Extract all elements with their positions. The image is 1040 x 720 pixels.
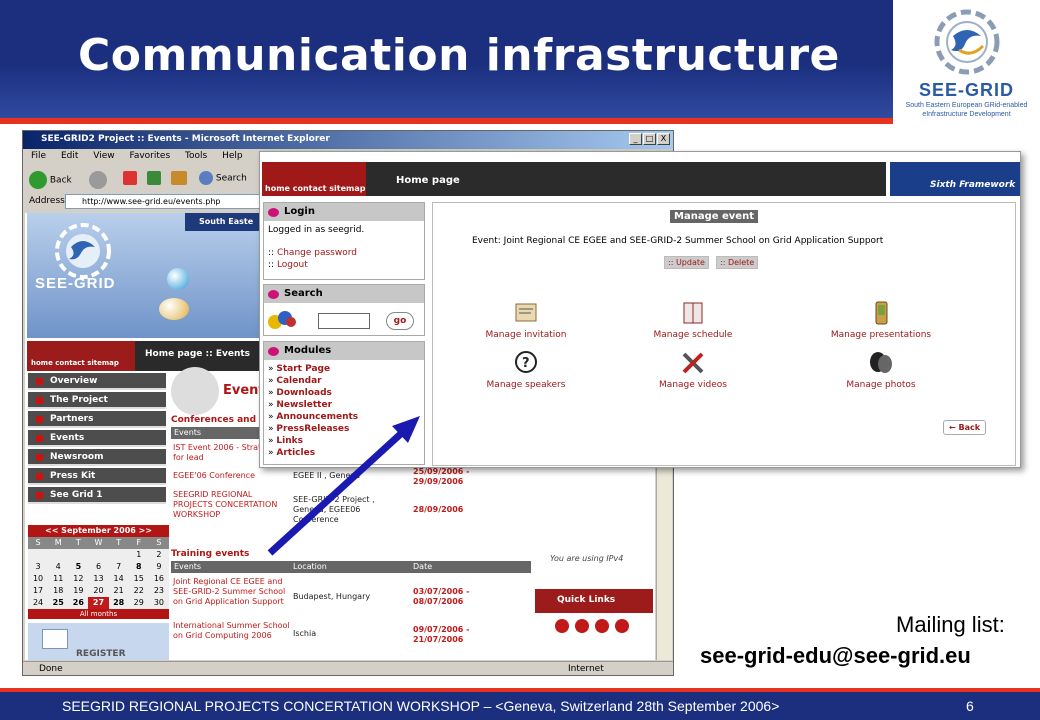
mailing-list-address[interactable]: see-grid-edu@see-grid.eu <box>700 643 971 669</box>
footer-text: SEEGRID REGIONAL PROJECTS CONCERTATION W… <box>62 698 780 714</box>
page-number: 6 <box>966 698 974 714</box>
pointer-arrow <box>267 416 420 556</box>
mailing-list-label: Mailing list: <box>896 612 1005 637</box>
